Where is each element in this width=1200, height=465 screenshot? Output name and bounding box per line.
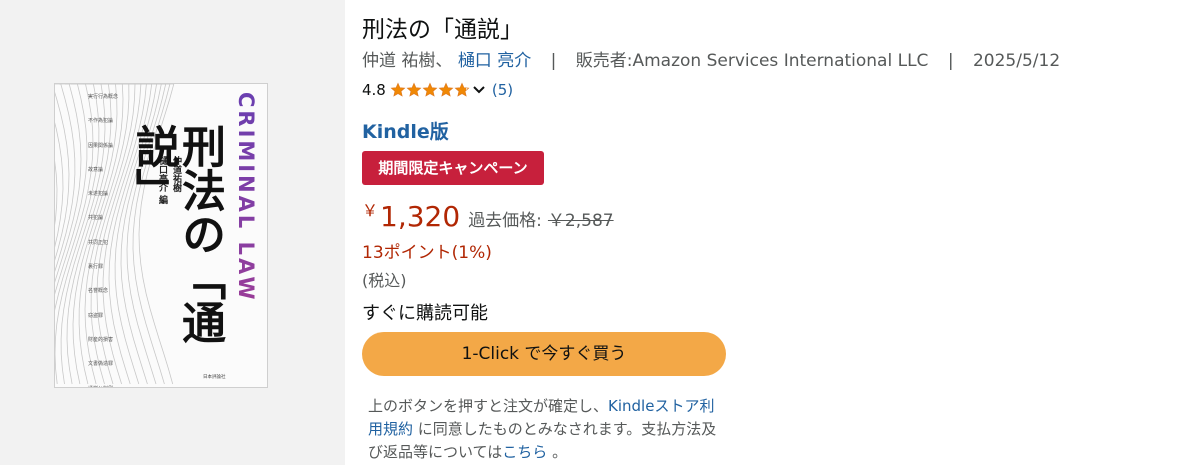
notice-text: 。 [552,443,568,461]
author-link[interactable]: 樋口 亮介 [458,51,531,71]
list-price-value: ￥2,587 [547,211,614,231]
limited-campaign-badge: 期間限定キャンペーン [362,151,544,185]
cover-topic: 共同正犯 [88,239,109,246]
cover-title-line: 刑法の [174,124,225,256]
cover-topic: 財産的損害 [88,336,114,343]
cover-topic: 共犯論 [88,215,104,222]
byline: 仲道 祐樹、 樋口 亮介 | 販売者:Amazon Services Inter… [362,46,1060,71]
rating-row: 4.8 (5) [362,81,513,99]
book-cover-image[interactable]: 実行行為概念 不作為犯論因果関係論故意論未遂犯論共犯論共同正犯裏行罪名誉概念窃盗罪… [54,83,268,388]
availability-text: すぐに購読可能 [362,303,488,324]
payment-info-link[interactable]: こちら [502,443,547,461]
review-count-link[interactable]: (5) [492,81,513,99]
star-icon [390,82,406,97]
format-kindle-link[interactable]: Kindle版 [362,117,449,144]
seller-text: 販売者:Amazon Services International LLC [575,51,929,71]
cover-english-title: CRIMINAL LAW [230,92,260,382]
product-title: 刑法の「通説」 [362,17,523,43]
star-icon [454,82,470,97]
cover-topic-list: 実行行為概念 不作為犯論因果関係論故意論未遂犯論共犯論共同正犯裏行罪名誉概念窃盗罪… [88,94,128,387]
cover-topic: 文書偽造罪 [88,361,114,368]
currency-symbol: ￥ [362,201,379,220]
price-amount: 1,320 [380,200,461,233]
star-icon [406,82,422,97]
cover-topic: 不作為犯論 [88,118,114,125]
cover-panel: 実行行為概念 不作為犯論因果関係論故意論未遂犯論共犯論共同正犯裏行罪名誉概念窃盗罪… [0,0,345,465]
tax-included-text: (税込) [362,271,407,290]
release-date: 2025/5/12 [972,51,1061,71]
list-price-label: 過去価格: [468,211,542,231]
cover-title: 刑法の「通説」 [128,124,225,387]
byline-separator: | [947,51,954,71]
cover-topic: 通説と判例 [88,386,128,387]
cover-topic: 窃盗罪 [88,312,104,319]
cover-topic: 因果関係論 [88,142,114,149]
star-rating[interactable] [390,82,470,98]
author-name: 仲道 祐樹、 [362,51,453,71]
cover-topic: 裏行罪 [88,264,104,271]
cover-topic: 未遂犯論 [88,191,109,198]
price-row: ￥ 1,320 過去価格: ￥2,587 [362,200,614,233]
one-click-buy-button[interactable]: 1-Click で今すぐ買う [362,332,726,376]
notice-text: 上のボタンを押すと注文が確定し、 [368,397,609,415]
star-icon [422,82,438,97]
purchase-notice: 上のボタンを押すと注文が確定し、Kindleストア利用規約 に同意したものとみな… [368,395,720,464]
cover-topic: 名誉概念 [88,288,109,295]
rating-value: 4.8 [362,81,386,99]
cover-publisher: 日本評論社 [203,375,226,380]
cover-topic: 故意論 [88,166,104,173]
points-text: 13ポイント(1%) [362,243,492,263]
byline-separator: | [550,51,557,71]
cover-topic: 実行行為概念 [88,94,119,100]
chevron-down-icon[interactable] [472,85,486,95]
star-icon [438,82,454,97]
